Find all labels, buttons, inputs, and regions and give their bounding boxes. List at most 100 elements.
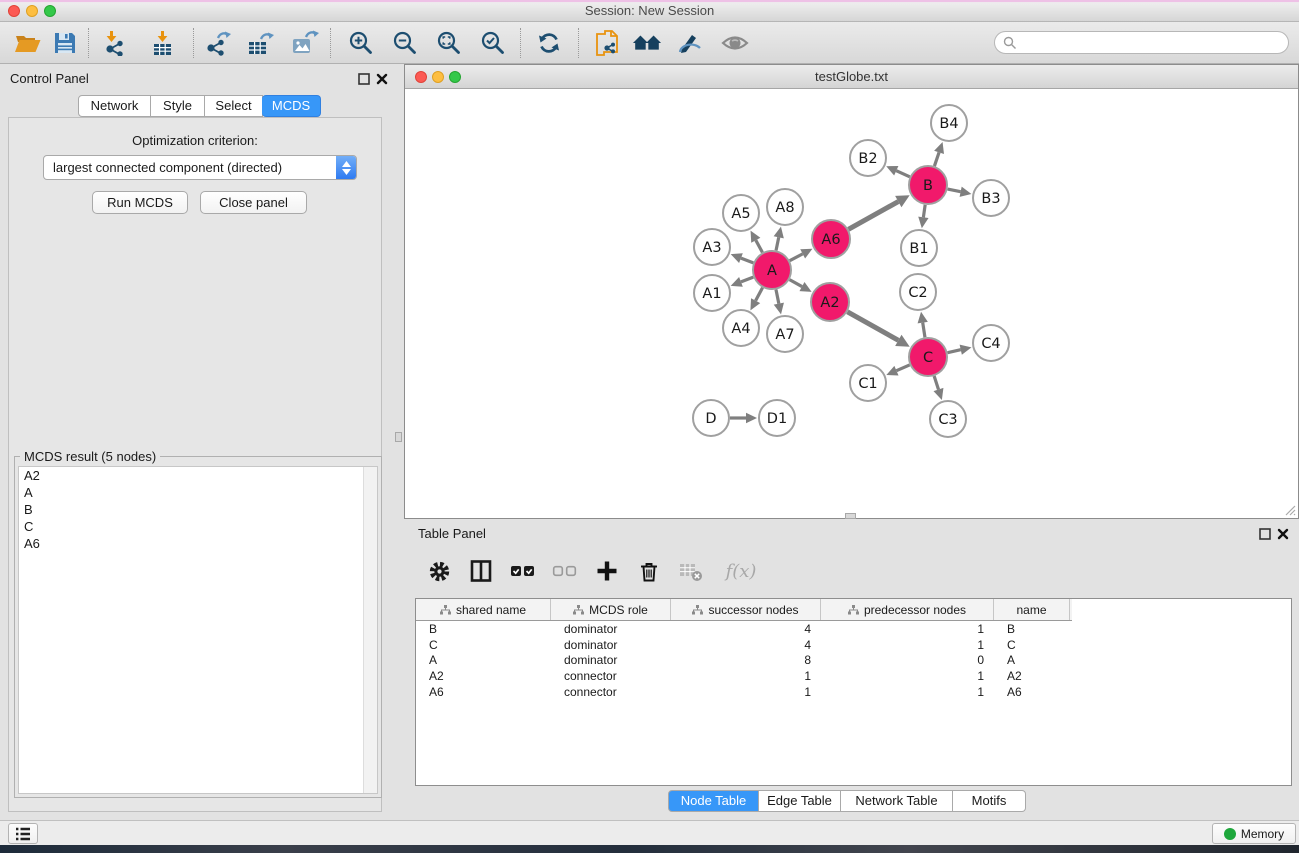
result-item[interactable]: A6 <box>19 535 377 552</box>
edge-A-A3[interactable] <box>731 253 754 263</box>
node-table[interactable]: shared nameMCDS rolesuccessor nodesprede… <box>415 598 1292 786</box>
delete-rows-icon[interactable] <box>635 557 663 585</box>
node-D[interactable]: D <box>693 400 729 436</box>
select-all-icon[interactable] <box>509 557 537 585</box>
delete-table-icon[interactable] <box>677 557 705 585</box>
edge-A-A5[interactable] <box>751 231 763 253</box>
table-row[interactable]: Cdominator41C <box>416 637 1291 653</box>
column-header-predecessor-nodes[interactable]: predecessor nodes <box>821 599 994 620</box>
run-mcds-button[interactable]: Run MCDS <box>92 191 188 214</box>
close-panel-button[interactable]: Close panel <box>200 191 307 214</box>
tab-style[interactable]: Style <box>151 95 205 117</box>
edge-A-A8[interactable] <box>774 227 784 251</box>
column-header-shared-name[interactable]: shared name <box>416 599 551 620</box>
tab-node-table[interactable]: Node Table <box>668 790 759 812</box>
edge-D-D1[interactable] <box>730 413 757 423</box>
column-header-MCDS-role[interactable]: MCDS role <box>551 599 671 620</box>
node-C2[interactable]: C2 <box>900 274 936 310</box>
edge-B-B2[interactable] <box>886 166 910 177</box>
table-row[interactable]: A2connector11A2 <box>416 668 1291 684</box>
table-row[interactable]: Bdominator41B <box>416 621 1291 637</box>
edge-A2-C[interactable] <box>847 312 909 347</box>
horizontal-splitter-handle[interactable] <box>845 513 856 519</box>
edge-B-B1[interactable] <box>918 205 928 228</box>
float-panel-icon[interactable] <box>358 73 370 88</box>
table-row[interactable]: Adominator80A <box>416 652 1291 668</box>
node-B1[interactable]: B1 <box>901 230 937 266</box>
hide-annotations-icon[interactable] <box>675 29 705 57</box>
search-field[interactable] <box>994 31 1289 54</box>
node-A7[interactable]: A7 <box>767 316 803 352</box>
edge-A-A6[interactable] <box>790 249 813 261</box>
tab-edge-table[interactable]: Edge Table <box>759 790 841 812</box>
edge-A6-B[interactable] <box>848 195 909 229</box>
resize-grip-icon[interactable] <box>1282 502 1296 516</box>
toggle-bird-view-icon[interactable] <box>720 29 750 57</box>
zoom-fit-icon[interactable] <box>434 29 464 57</box>
edge-C-C2[interactable] <box>918 312 928 337</box>
result-item[interactable]: B <box>19 501 377 518</box>
add-row-icon[interactable] <box>593 557 621 585</box>
result-list-scrollbar[interactable] <box>363 467 377 793</box>
close-panel-icon[interactable] <box>376 73 388 88</box>
table-row[interactable]: A6connector11A6 <box>416 684 1291 700</box>
edge-A-A4[interactable] <box>750 288 762 311</box>
edge-A-A1[interactable] <box>731 277 754 287</box>
result-item[interactable]: A2 <box>19 467 377 484</box>
tab-network[interactable]: Network <box>78 95 151 117</box>
tab-select[interactable]: Select <box>205 95 263 117</box>
tab-motifs[interactable]: Motifs <box>953 790 1026 812</box>
node-A4[interactable]: A4 <box>723 310 759 346</box>
mcds-result-list[interactable]: A2ABCA6 <box>18 466 378 794</box>
vertical-splitter-handle[interactable] <box>395 432 402 442</box>
edge-A-A2[interactable] <box>790 280 812 292</box>
deselect-all-icon[interactable] <box>551 557 579 585</box>
network-graph[interactable]: B4B2BB3A8A5A6A3B1AC2A1A2A4A7C4CC1C3DD1 <box>405 89 1298 518</box>
import-table-icon[interactable] <box>148 29 178 57</box>
tab-mcds[interactable]: MCDS <box>262 95 321 117</box>
node-C3[interactable]: C3 <box>930 401 966 437</box>
memory-button[interactable]: Memory <box>1212 823 1296 844</box>
node-A6[interactable]: A6 <box>812 220 850 258</box>
table-close-panel-icon[interactable] <box>1277 528 1289 543</box>
column-header-name[interactable]: name <box>994 599 1070 620</box>
node-D1[interactable]: D1 <box>759 400 795 436</box>
edge-C-C4[interactable] <box>948 345 972 355</box>
node-C1[interactable]: C1 <box>850 365 886 401</box>
edge-C-C3[interactable] <box>934 376 944 400</box>
node-A8[interactable]: A8 <box>767 189 803 225</box>
node-B2[interactable]: B2 <box>850 140 886 176</box>
node-B3[interactable]: B3 <box>973 180 1009 216</box>
result-item[interactable]: C <box>19 518 377 535</box>
table-settings-icon[interactable] <box>425 557 453 585</box>
edge-A-A7[interactable] <box>774 290 784 315</box>
tab-network-table[interactable]: Network Table <box>841 790 953 812</box>
export-network-icon[interactable] <box>203 29 233 57</box>
export-image-icon[interactable] <box>290 29 320 57</box>
result-item[interactable]: A <box>19 484 377 501</box>
node-C4[interactable]: C4 <box>973 325 1009 361</box>
open-network-file-icon[interactable] <box>592 29 622 57</box>
node-A1[interactable]: A1 <box>694 275 730 311</box>
task-history-button[interactable] <box>8 823 38 844</box>
edge-B-B3[interactable] <box>948 187 972 197</box>
save-session-icon[interactable] <box>50 29 80 57</box>
criterion-dropdown[interactable]: largest connected component (directed) <box>43 155 357 180</box>
node-A3[interactable]: A3 <box>694 229 730 265</box>
node-A5[interactable]: A5 <box>723 195 759 231</box>
open-session-icon[interactable] <box>12 29 42 57</box>
home-icon[interactable] <box>632 29 662 57</box>
edge-C-C1[interactable] <box>886 365 909 375</box>
node-C[interactable]: C <box>909 338 947 376</box>
column-header-successor-nodes[interactable]: successor nodes <box>671 599 821 620</box>
zoom-out-icon[interactable] <box>390 29 420 57</box>
zoom-in-icon[interactable] <box>346 29 376 57</box>
refresh-icon[interactable] <box>534 29 564 57</box>
node-A2[interactable]: A2 <box>811 283 849 321</box>
show-columns-icon[interactable] <box>467 557 495 585</box>
edge-B-B4[interactable] <box>934 142 944 166</box>
zoom-selected-icon[interactable] <box>478 29 508 57</box>
function-builder-icon[interactable]: f(x) <box>719 557 763 585</box>
network-window-titlebar[interactable]: testGlobe.txt <box>405 65 1298 89</box>
node-B4[interactable]: B4 <box>931 105 967 141</box>
